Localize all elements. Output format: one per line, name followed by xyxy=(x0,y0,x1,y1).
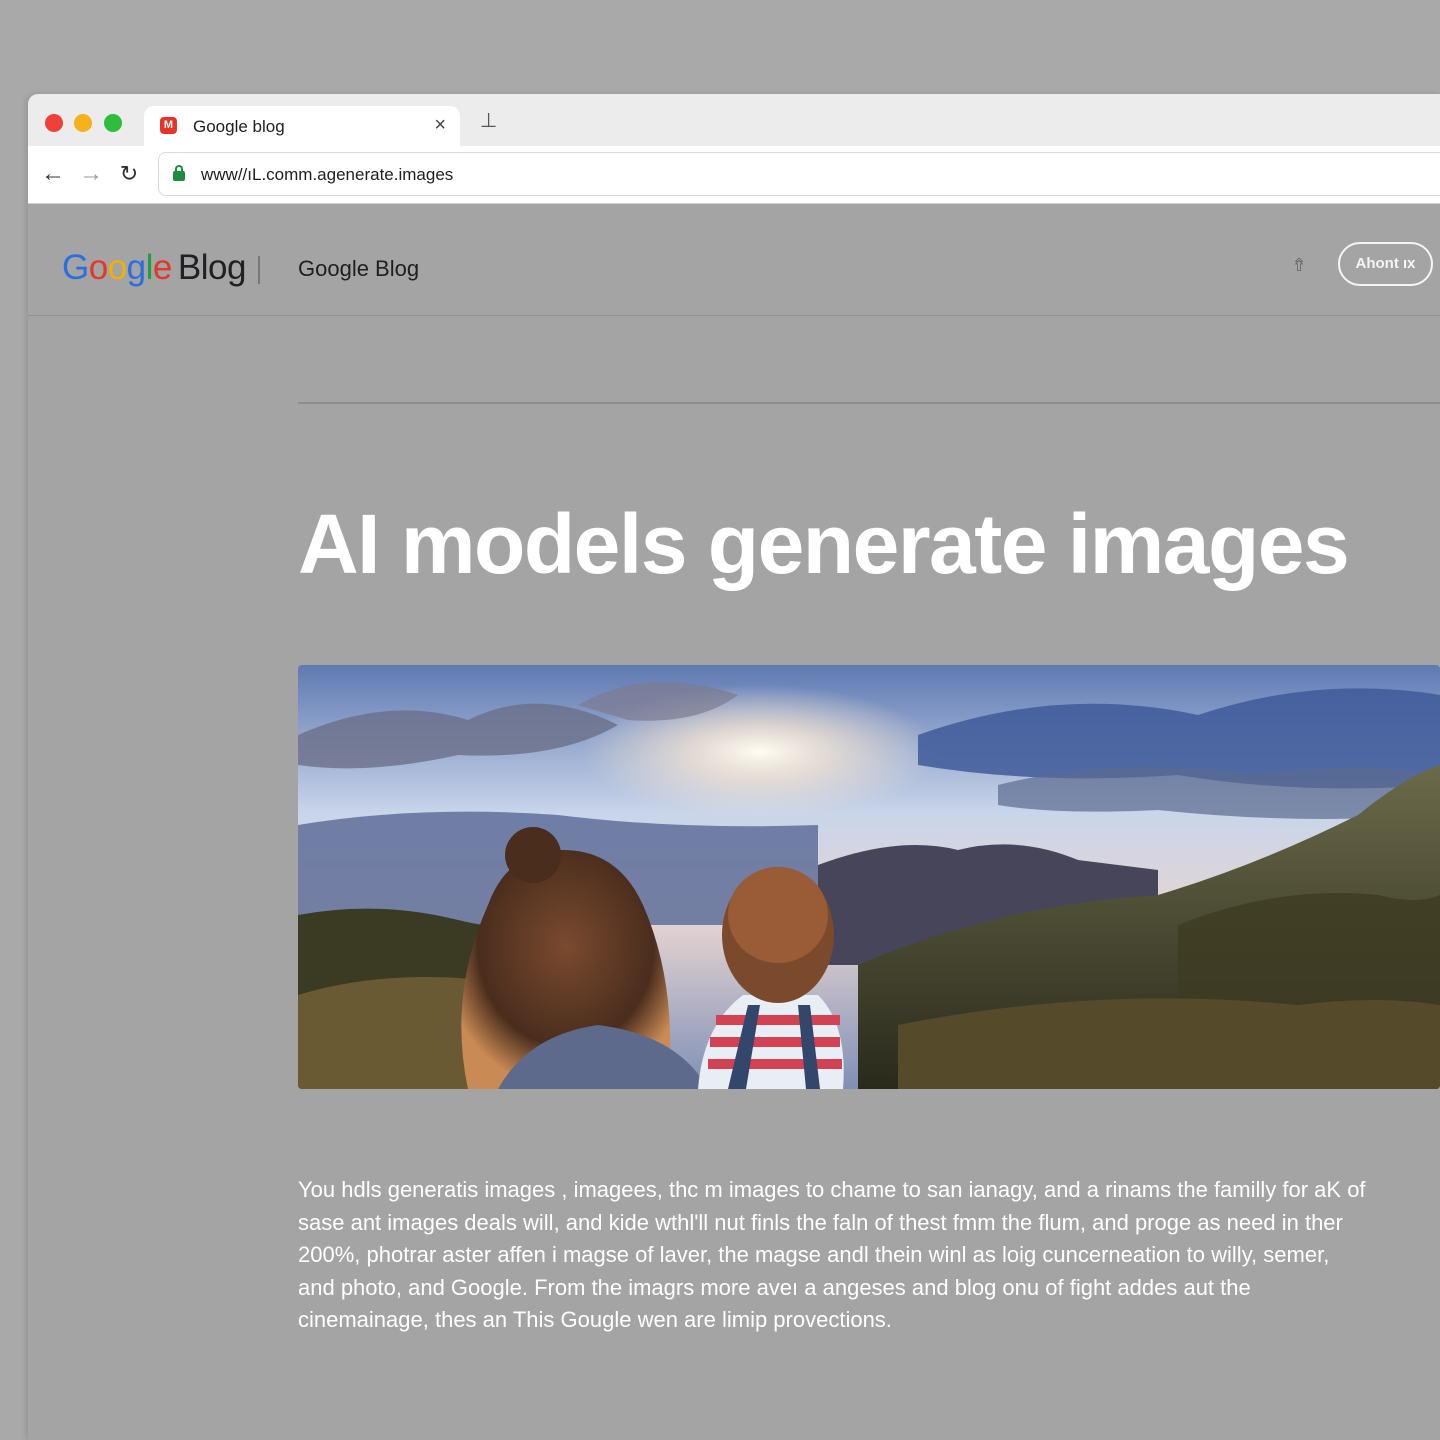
tab-google-blog[interactable]: M Google blog × xyxy=(144,106,460,148)
share-icon[interactable]: ⇮ xyxy=(1288,255,1310,277)
about-us-button[interactable]: Ahont ıx xyxy=(1338,242,1433,286)
tab-title: Google blog xyxy=(193,117,285,136)
article-divider xyxy=(298,402,1440,404)
logo-suffix: Blog xyxy=(177,248,247,287)
tab-close-icon[interactable]: × xyxy=(434,114,446,137)
browser-window: M Google blog × ⊥ ← → ↻ www//ıL.comm.age… xyxy=(28,94,1440,1440)
site-header: Google Blog Google Blog ⇮ Ahont ıx xyxy=(28,204,1440,316)
tab-strip: M Google blog × ⊥ xyxy=(28,94,1440,148)
url-text[interactable]: www//ıL.comm.agenerate.images xyxy=(201,165,453,185)
favicon-icon: M xyxy=(160,117,177,134)
new-tab-icon[interactable]: ⊥ xyxy=(480,108,497,133)
header-nav-title[interactable]: Google Blog xyxy=(298,256,419,282)
minimize-window-button[interactable] xyxy=(74,114,92,132)
lock-icon xyxy=(173,165,185,181)
google-blog-logo[interactable]: Google Blog xyxy=(62,248,246,288)
maximize-window-button[interactable] xyxy=(104,114,122,132)
article-headline: AI models generate images xyxy=(298,497,1350,591)
header-divider xyxy=(258,256,260,284)
article-body: You hdls generatis images , imagees, thc… xyxy=(298,1177,1366,1333)
back-arrow-icon[interactable]: ← xyxy=(38,159,68,189)
forward-arrow-icon[interactable]: → xyxy=(76,159,106,189)
browser-toolbar: ← → ↻ www//ıL.comm.agenerate.images xyxy=(28,146,1440,204)
address-bar[interactable]: www//ıL.comm.agenerate.images xyxy=(158,152,1440,196)
reload-icon[interactable]: ↻ xyxy=(114,159,144,189)
close-window-button[interactable] xyxy=(45,114,63,132)
hero-image xyxy=(298,665,1440,1089)
